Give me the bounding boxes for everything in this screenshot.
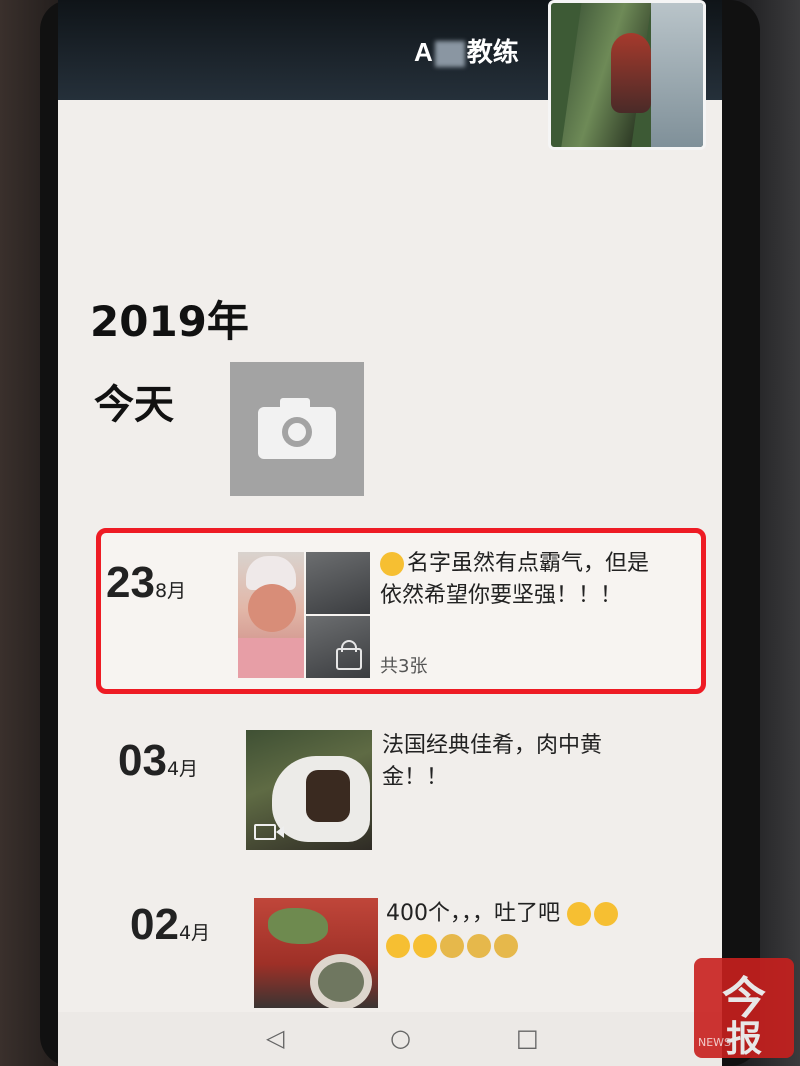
post-photo-baby[interactable] (238, 552, 304, 678)
lock-icon (336, 648, 362, 670)
post-video-thumbnail[interactable] (246, 730, 372, 850)
post-date: 024月 (130, 900, 211, 949)
post-text[interactable]: 名字虽然有点霸气，但是 依然希望你要坚强！！！ (380, 548, 649, 612)
post-photo-2[interactable] (306, 552, 370, 614)
profile-avatar[interactable] (548, 0, 706, 150)
heart-eyes-emoji-icon (413, 934, 437, 958)
heart-eyes-emoji-icon (386, 934, 410, 958)
year-heading: 2019年 (90, 297, 249, 346)
sleepy-emoji-icon (494, 934, 518, 958)
home-icon[interactable]: ○ (390, 1024, 411, 1052)
moments-screen: A 教练 2019年 今天 238月 名字虽然有点霸气，但是 依然希望你要坚强！！… (58, 0, 722, 1066)
redacted-name-part (434, 41, 465, 68)
back-icon[interactable]: ◁ (266, 1024, 284, 1052)
today-label: 今天 (94, 382, 174, 428)
avatar-insect (611, 33, 651, 113)
post-text[interactable]: 400个，，，吐了吧 (386, 898, 621, 962)
photo-count: 共3张 (380, 656, 428, 677)
clapping-hands-icon (380, 552, 404, 576)
recent-apps-icon[interactable]: □ (516, 1024, 539, 1052)
post-text[interactable]: 法国经典佳肴，肉中黄 金！！ (382, 730, 602, 794)
video-icon (254, 824, 276, 840)
avatar-background (651, 3, 703, 147)
sleepy-emoji-icon (467, 934, 491, 958)
post-photo-3[interactable] (306, 616, 370, 678)
heart-eyes-emoji-icon (567, 902, 591, 926)
post-photo-food[interactable] (254, 898, 378, 1008)
profile-username: A 教练 (414, 37, 519, 68)
post-date: 034月 (118, 736, 199, 785)
sleepy-emoji-icon (440, 934, 464, 958)
new-post-camera-button[interactable] (230, 362, 364, 496)
news-logo-watermark: 今 报 NEWS (694, 958, 794, 1060)
system-nav-bar: ◁ ○ □ (58, 1012, 722, 1066)
post-date: 238月 (106, 558, 187, 607)
heart-eyes-emoji-icon (594, 902, 618, 926)
